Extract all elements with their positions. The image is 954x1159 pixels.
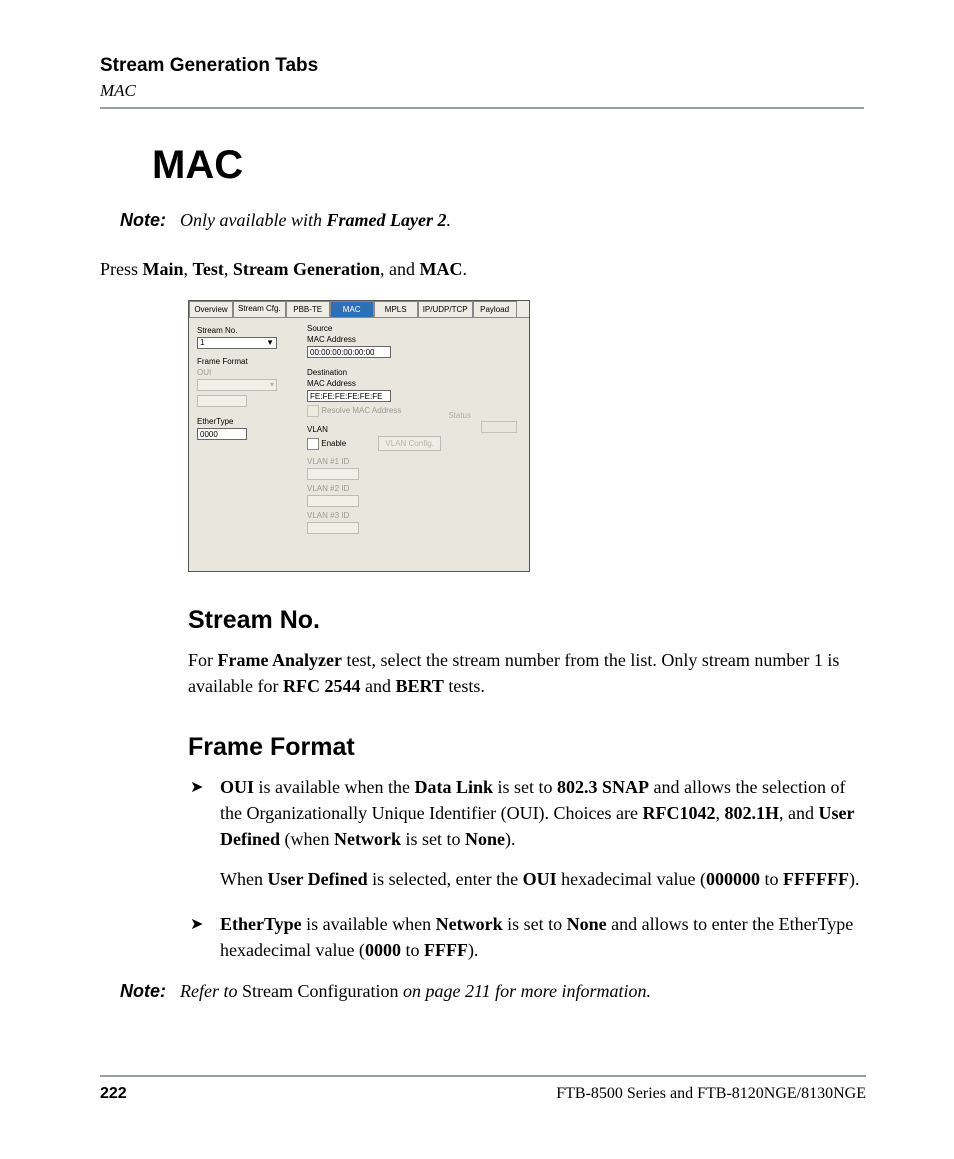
vlan-enable-label: Enable	[321, 439, 346, 448]
screenshot-mac-tab: Overview Stream Cfg. PBB-TE MAC MPLS IP/…	[188, 300, 530, 572]
source-group-title: Source	[307, 324, 521, 333]
chevron-down-icon: ▾	[270, 379, 274, 391]
vlan3-input	[307, 522, 359, 534]
vlan2-input	[307, 495, 359, 507]
tab-pbb-te[interactable]: PBB-TE	[286, 301, 330, 317]
status-box	[481, 421, 517, 433]
oui-subparagraph: When User Defined is selected, enter the…	[220, 866, 864, 892]
note-label: Note:	[120, 981, 166, 1002]
list-item-ethertype: EtherType is available when Network is s…	[190, 911, 864, 963]
vlan2-label: VLAN #2 ID	[307, 484, 521, 493]
tab-stream-cfg[interactable]: Stream Cfg.	[233, 301, 286, 317]
note-availability: Note: Only available with Framed Layer 2…	[120, 210, 864, 231]
tab-bar: Overview Stream Cfg. PBB-TE MAC MPLS IP/…	[189, 301, 529, 318]
note-text: Only available with Framed Layer 2.	[180, 210, 451, 231]
resolve-mac-label: Resolve MAC Address	[321, 406, 401, 415]
frame-format-list: OUI is available when the Data Link is s…	[190, 774, 864, 963]
header-rule	[100, 107, 864, 109]
header-subtitle: MAC	[100, 81, 864, 101]
vlan3-label: VLAN #3 ID	[307, 511, 521, 520]
footer-rule	[100, 1075, 866, 1077]
tab-ip-udp-tcp[interactable]: IP/UDP/TCP	[418, 301, 473, 317]
tab-mpls[interactable]: MPLS	[374, 301, 418, 317]
chevron-down-icon: ▼	[266, 337, 274, 349]
note-text: Refer to Stream Configuration on page 21…	[180, 981, 651, 1002]
stream-no-paragraph: For Frame Analyzer test, select the stre…	[188, 647, 864, 699]
stream-no-label: Stream No.	[197, 326, 297, 335]
dest-mac-input[interactable]: FE:FE:FE:FE:FE:FE	[307, 390, 391, 402]
destination-group-title: Destination	[307, 368, 521, 377]
page-title: MAC	[152, 143, 864, 188]
status-label: Status	[448, 411, 471, 420]
note-label: Note:	[120, 210, 166, 231]
source-mac-input[interactable]: 00:00:00:00:00:00	[307, 346, 391, 358]
source-mac-label: MAC Address	[307, 335, 521, 344]
oui-label: OUI	[197, 368, 297, 377]
vlan-config-button: VLAN Config.	[378, 436, 440, 451]
dest-mac-label: MAC Address	[307, 379, 521, 388]
section-stream-no: Stream No.	[188, 606, 864, 635]
note-reference: Note: Refer to Stream Configuration on p…	[120, 981, 864, 1002]
press-instruction: Press Main, Test, Stream Generation, and…	[100, 259, 864, 280]
page-header: Stream Generation Tabs MAC	[100, 55, 864, 109]
header-title: Stream Generation Tabs	[100, 55, 864, 77]
section-frame-format: Frame Format	[188, 733, 864, 762]
vlan-enable-checkbox[interactable]	[307, 438, 319, 450]
oui-hex-input	[197, 395, 247, 407]
frame-format-label: Frame Format	[197, 357, 297, 366]
tab-overview[interactable]: Overview	[189, 301, 233, 317]
ethertype-label: EtherType	[197, 417, 297, 426]
resolve-mac-checkbox	[307, 405, 319, 417]
vlan1-input	[307, 468, 359, 480]
ethertype-input[interactable]: 0000	[197, 428, 247, 440]
page-footer: 222 FTB-8500 Series and FTB-8120NGE/8130…	[100, 1075, 866, 1103]
oui-select: ▾	[197, 379, 277, 391]
stream-no-select[interactable]: 1▼	[197, 337, 277, 349]
tab-payload[interactable]: Payload	[473, 301, 517, 317]
product-name: FTB-8500 Series and FTB-8120NGE/8130NGE	[556, 1085, 866, 1103]
page-number: 222	[100, 1085, 127, 1103]
vlan1-label: VLAN #1 ID	[307, 457, 521, 466]
list-item-oui: OUI is available when the Data Link is s…	[190, 774, 864, 892]
tab-mac[interactable]: MAC	[330, 301, 374, 317]
